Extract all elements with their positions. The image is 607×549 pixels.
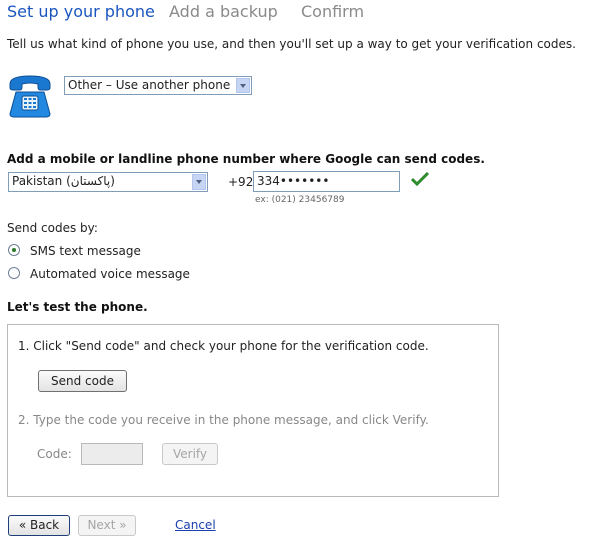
back-button[interactable]: « Back — [8, 515, 70, 536]
step-add-backup: Add a backup — [169, 2, 278, 21]
sms-radio[interactable] — [8, 244, 20, 256]
next-button[interactable]: Next » — [78, 515, 136, 536]
voice-label[interactable]: Automated voice message — [30, 267, 190, 281]
step-confirm: Confirm — [301, 2, 365, 21]
phone-number-input[interactable]: 334••••••• — [253, 171, 400, 192]
country-code: +92 — [228, 175, 254, 189]
phone-number-value: 334••••••• — [257, 174, 330, 188]
country-select[interactable]: Pakistan (پاکستان) — [8, 172, 208, 192]
step-setup-phone: Set up your phone — [7, 2, 155, 21]
voice-radio[interactable] — [8, 267, 20, 279]
test-heading: Let's test the phone. — [7, 300, 148, 314]
checkmark-icon — [411, 172, 429, 186]
phone-number-label: Add a mobile or landline phone number wh… — [7, 152, 485, 166]
code-input[interactable] — [81, 443, 143, 465]
chevron-down-icon — [192, 174, 206, 190]
cancel-link[interactable]: Cancel — [175, 518, 216, 532]
test-step-1: 1. Click "Send code" and check your phon… — [18, 339, 429, 353]
send-code-button[interactable]: Send code — [38, 370, 127, 392]
telephone-icon — [9, 75, 51, 118]
test-panel: 1. Click "Send code" and check your phon… — [7, 324, 499, 497]
country-selected: Pakistan (پاکستان) — [12, 174, 115, 188]
sms-label[interactable]: SMS text message — [30, 244, 141, 258]
verify-button[interactable]: Verify — [162, 443, 218, 465]
code-label: Code: — [37, 447, 72, 461]
send-codes-label: Send codes by: — [7, 221, 98, 235]
phone-example-hint: ex: (021) 23456789 — [255, 195, 345, 205]
phone-type-select[interactable]: Other – Use another phone — [64, 76, 252, 95]
test-step-2: 2. Type the code you receive in the phon… — [18, 413, 429, 427]
chevron-down-icon — [236, 78, 250, 93]
phone-type-selected: Other – Use another phone — [68, 78, 231, 92]
intro-text: Tell us what kind of phone you use, and … — [7, 37, 576, 51]
